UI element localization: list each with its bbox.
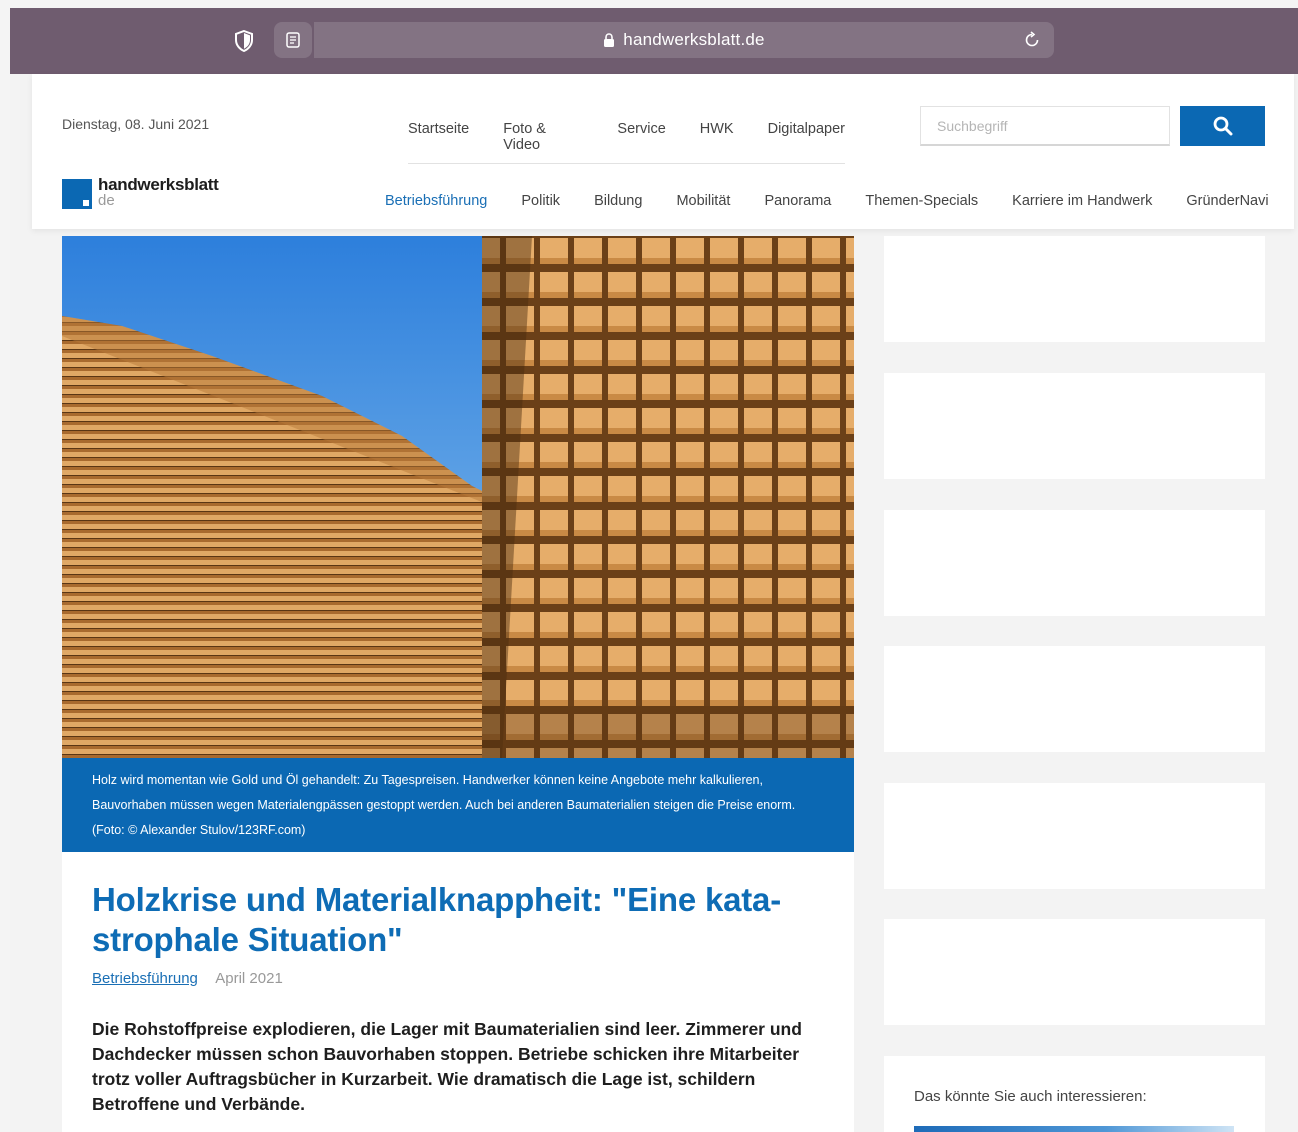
hero-image (62, 236, 854, 758)
sidebar-placeholder-6 (884, 919, 1265, 1025)
search-icon (1213, 116, 1232, 136)
nav-panorama[interactable]: Panorama (764, 193, 831, 209)
url-text: handwerksblatt.de (623, 30, 765, 49)
search-button[interactable] (1180, 106, 1265, 146)
site-header: Dienstag, 08. Juni 2021 Startseite Foto … (32, 74, 1294, 229)
related-articles: Das könnte Sie auch interessieren: (884, 1056, 1265, 1132)
logo-tld: de (98, 192, 115, 209)
topnav-service[interactable]: Service (617, 121, 665, 153)
nav-themen-specials[interactable]: Themen-Specials (865, 193, 978, 209)
search-input[interactable] (920, 106, 1170, 146)
article-date: April 2021 (215, 970, 283, 987)
browser-toolbar: handwerksblatt.de (10, 8, 1298, 74)
related-thumbnail[interactable] (914, 1126, 1234, 1132)
web-page: Dienstag, 08. Juni 2021 Startseite Foto … (32, 74, 1298, 1132)
reader-icon (286, 32, 300, 48)
sidebar-placeholder-3 (884, 510, 1265, 616)
reload-icon[interactable] (1022, 30, 1042, 50)
logo-mark (62, 179, 92, 209)
sidebar-placeholder-4 (884, 646, 1265, 752)
topnav-hwk[interactable]: HWK (700, 121, 734, 153)
nav-betriebsfuehrung[interactable]: Betriebsführung (385, 193, 487, 209)
main-navigation: Betriebsführung Politik Bildung Mobilitä… (385, 193, 1269, 209)
sidebar-placeholder-2 (884, 373, 1265, 479)
article-lead: Die Rohstoffpreise explodieren, die Lage… (92, 1019, 802, 1114)
sidebar-placeholder-1 (884, 236, 1265, 342)
article-headline[interactable]: Holzkrise und Materialknappheit: "Eine k… (92, 880, 824, 960)
nav-mobilitaet[interactable]: Mobilität (676, 193, 730, 209)
address-bar[interactable]: handwerksblatt.de (314, 22, 1054, 58)
article-card: Holzkrise und Materialknappheit: "Eine k… (62, 852, 854, 1132)
article-category[interactable]: Betriebsführung (92, 970, 198, 987)
top-navigation: Startseite Foto & Video Service HWK Digi… (408, 121, 845, 164)
image-caption: Holz wird momentan wie Gold und Öl gehan… (62, 758, 854, 852)
nav-karriere[interactable]: Karriere im Handwerk (1012, 193, 1152, 209)
topnav-startseite[interactable]: Startseite (408, 121, 469, 153)
privacy-shield-icon[interactable] (234, 30, 254, 52)
nav-gruendernavi[interactable]: GründerNavi (1186, 193, 1268, 209)
nav-bildung[interactable]: Bildung (594, 193, 642, 209)
topnav-foto-video[interactable]: Foto & Video (503, 121, 583, 153)
site-logo[interactable]: handwerksblatt de (62, 176, 219, 209)
topnav-digitalpaper[interactable]: Digitalpaper (768, 121, 845, 153)
logo-name: handwerksblatt (98, 175, 219, 194)
related-title: Das könnte Sie auch interessieren: (914, 1088, 1147, 1105)
sidebar-placeholder-5 (884, 783, 1265, 889)
nav-politik[interactable]: Politik (521, 193, 560, 209)
current-date: Dienstag, 08. Juni 2021 (62, 116, 210, 132)
lock-icon (603, 32, 615, 48)
reader-view-button[interactable] (274, 22, 312, 58)
browser-window: handwerksblatt.de Dienstag, 08. Juni 202… (10, 8, 1298, 1132)
article-meta: Betriebsführung April 2021 (92, 970, 824, 987)
